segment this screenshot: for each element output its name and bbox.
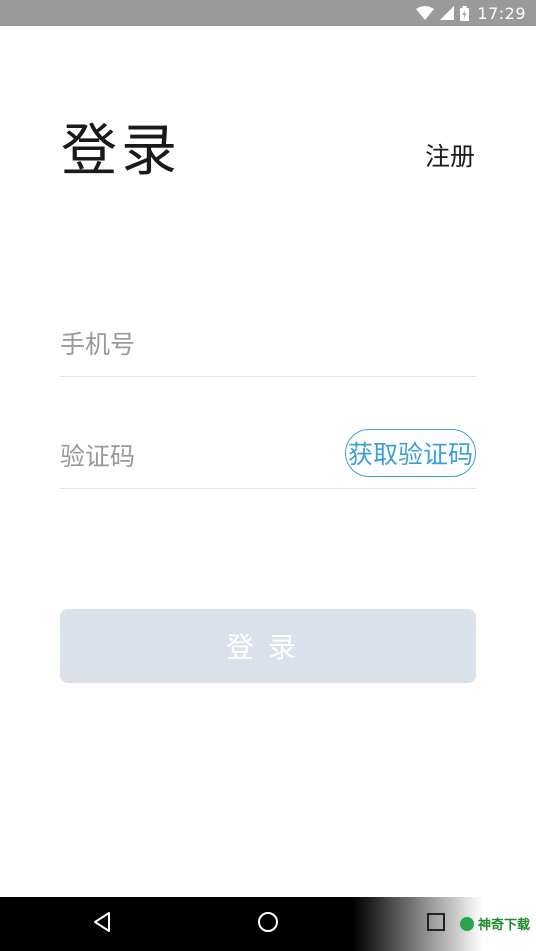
status-time: 17:29 xyxy=(477,3,526,23)
status-bar: 17:29 xyxy=(0,0,536,26)
recent-apps-button[interactable] xyxy=(414,897,458,951)
code-input[interactable] xyxy=(60,428,320,484)
watermark-text: 神奇下载 xyxy=(477,918,530,933)
home-icon xyxy=(257,911,279,937)
back-icon xyxy=(92,911,112,937)
phone-input[interactable] xyxy=(60,316,476,372)
signal-icon xyxy=(440,6,455,20)
recent-apps-icon xyxy=(427,913,445,935)
watermark: 神奇下载 xyxy=(459,914,530,933)
login-screen: 17:29 登录 注册 获取验证码 登录 神奇下载 xyxy=(0,0,536,951)
wifi-icon xyxy=(416,6,435,20)
phone-field xyxy=(60,316,476,377)
watermark-logo-icon xyxy=(459,916,474,931)
back-button[interactable] xyxy=(80,897,124,951)
code-field: 获取验证码 xyxy=(60,428,476,489)
get-code-button[interactable]: 获取验证码 xyxy=(344,429,476,477)
page-title: 登录 xyxy=(61,119,181,184)
login-button[interactable]: 登录 xyxy=(60,609,476,683)
battery-icon xyxy=(460,5,470,21)
home-button[interactable] xyxy=(246,897,290,951)
register-link[interactable]: 注册 xyxy=(425,137,475,173)
navigation-bar: 神奇下载 xyxy=(0,897,536,951)
